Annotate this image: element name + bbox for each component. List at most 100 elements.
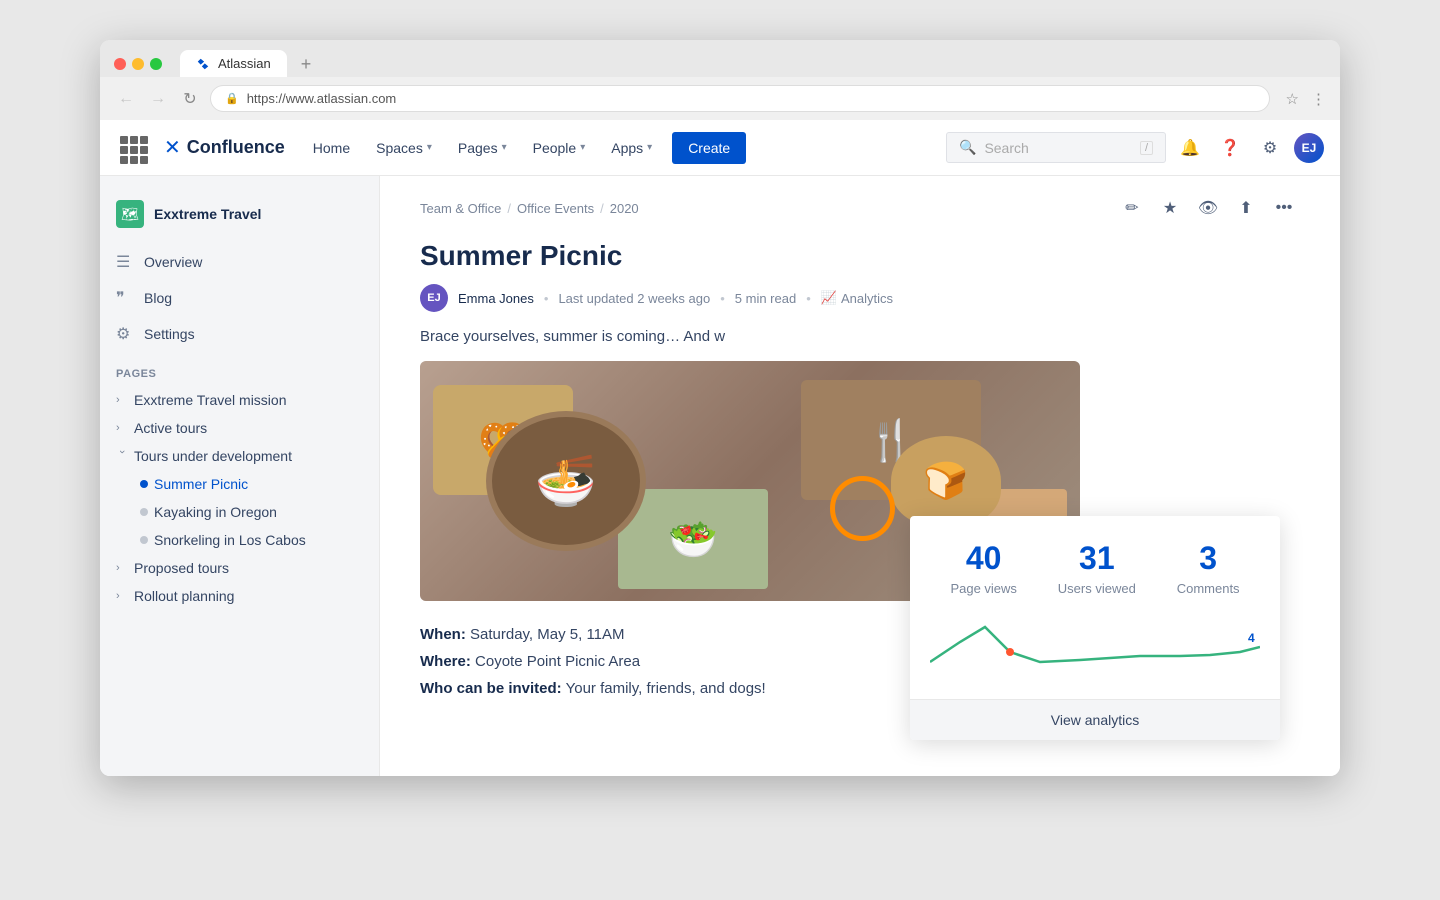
close-dot[interactable]: [114, 58, 126, 70]
topnav-home[interactable]: Home: [301, 134, 362, 162]
tree-item-tours-under[interactable]: › Tours under development: [100, 442, 379, 470]
active-tours-chevron: ›: [116, 422, 128, 434]
search-icon: 🔍: [959, 139, 976, 156]
confluence-logo-text: Confluence: [187, 137, 285, 158]
when-value: Saturday, May 5, 11AM: [470, 626, 625, 643]
stat-page-views: 40 Page views: [950, 540, 1016, 596]
refresh-button[interactable]: ↻: [178, 87, 202, 111]
star-button[interactable]: ★: [1154, 192, 1186, 224]
tree-item-summer-picnic[interactable]: Summer Picnic: [100, 470, 379, 498]
blog-icon: ❞: [116, 288, 134, 308]
page-views-value: 40: [950, 540, 1016, 577]
summer-picnic-bullet: [140, 480, 148, 488]
overview-icon: ☰: [116, 252, 134, 272]
bookmark-button[interactable]: ☆: [1286, 90, 1299, 108]
users-viewed-value: 31: [1058, 540, 1136, 577]
stat-comments: 3 Comments: [1177, 540, 1240, 596]
topnav-menu: Home Spaces ▾ Pages ▾ People ▾ Apps ▾: [301, 134, 664, 162]
sidebar-nav-blog[interactable]: ❞ Blog: [100, 280, 379, 316]
kayaking-label: Kayaking in Oregon: [154, 504, 277, 520]
topnav-spaces[interactable]: Spaces ▾: [364, 134, 444, 162]
when-label: When:: [420, 626, 466, 643]
tours-under-chevron: ›: [116, 450, 128, 462]
snorkeling-bullet: [140, 536, 148, 544]
analytics-popup: 40 Page views 31 Users viewed 3 Comments: [910, 516, 1280, 740]
space-header: 🗺 Exxtreme Travel: [100, 192, 379, 244]
active-tours-label: Active tours: [134, 420, 207, 436]
analytics-chart-svg: 4: [930, 612, 1260, 682]
search-shortcut: /: [1140, 141, 1153, 155]
tree-item-active-tours[interactable]: › Active tours: [100, 414, 379, 442]
minimize-dot[interactable]: [132, 58, 144, 70]
edit-button[interactable]: ✏: [1116, 192, 1148, 224]
page-title: Summer Picnic: [420, 240, 1300, 272]
view-analytics-button[interactable]: View analytics: [910, 699, 1280, 740]
url-bar[interactable]: 🔒 https://www.atlassian.com: [210, 85, 1270, 112]
forward-button[interactable]: →: [146, 87, 170, 111]
mission-label: Exxtreme Travel mission: [134, 392, 286, 408]
confluence-logo[interactable]: ✕ Confluence: [164, 135, 285, 160]
more-button[interactable]: •••: [1268, 192, 1300, 224]
new-tab-button[interactable]: +: [301, 55, 312, 73]
proposed-chevron: ›: [116, 562, 128, 574]
create-button[interactable]: Create: [672, 132, 746, 164]
search-bar[interactable]: 🔍 Search /: [946, 132, 1166, 163]
page-views-label: Page views: [950, 581, 1016, 596]
back-button[interactable]: ←: [114, 87, 138, 111]
rollout-label: Rollout planning: [134, 588, 234, 604]
tree-item-kayaking[interactable]: Kayaking in Oregon: [100, 498, 379, 526]
users-viewed-label: Users viewed: [1058, 581, 1136, 596]
author-avatar: EJ: [420, 284, 448, 312]
share-button[interactable]: ⬆: [1230, 192, 1262, 224]
topnav-people[interactable]: People ▾: [521, 134, 598, 162]
page-updated: Last updated 2 weeks ago: [558, 291, 710, 306]
tree-item-rollout[interactable]: › Rollout planning: [100, 582, 379, 610]
help-button[interactable]: ❓: [1214, 132, 1246, 164]
atlassian-favicon: [196, 57, 210, 71]
watch-button[interactable]: 👁: [1192, 192, 1224, 224]
pages-chevron: ▾: [502, 142, 507, 153]
svg-text:4: 4: [1248, 631, 1255, 645]
pages-tree: › Exxtreme Travel mission › Active tours…: [100, 386, 379, 610]
who-value: Your family, friends, and dogs!: [566, 680, 766, 697]
tree-item-mission[interactable]: › Exxtreme Travel mission: [100, 386, 379, 414]
notifications-button[interactable]: 🔔: [1174, 132, 1206, 164]
breadcrumb-2020[interactable]: 2020: [610, 201, 639, 216]
analytics-chart-icon: 📈: [821, 290, 837, 306]
page-toolbar: ✏ ★ 👁 ⬆ •••: [1116, 192, 1300, 224]
space-name: Exxtreme Travel: [154, 206, 261, 222]
author-name: Emma Jones: [458, 291, 534, 306]
snorkeling-label: Snorkeling in Los Cabos: [154, 532, 306, 548]
people-chevron: ▾: [580, 142, 585, 153]
tours-under-label: Tours under development: [134, 448, 292, 464]
sidebar-nav-settings[interactable]: ⚙ Settings: [100, 316, 379, 352]
sidebar-nav-overview[interactable]: ☰ Overview: [100, 244, 379, 280]
overview-label: Overview: [144, 254, 202, 270]
breadcrumb-office-events[interactable]: Office Events: [517, 201, 594, 216]
browser-tab[interactable]: Atlassian: [180, 50, 287, 77]
top-navigation: ✕ Confluence Home Spaces ▾ Pages ▾ Peopl…: [100, 120, 1340, 176]
tree-item-snorkeling[interactable]: Snorkeling in Los Cabos: [100, 526, 379, 554]
analytics-link[interactable]: 📈 Analytics: [821, 290, 893, 306]
maximize-dot[interactable]: [150, 58, 162, 70]
spaces-chevron: ▾: [427, 142, 432, 153]
lock-icon: 🔒: [225, 92, 239, 105]
page-intro: Brace yourselves, summer is coming… And …: [420, 328, 1300, 345]
more-options-button[interactable]: ⋮: [1311, 90, 1326, 108]
settings-icon: ⚙: [116, 324, 134, 344]
breadcrumb: Team & Office / Office Events / 2020: [420, 201, 639, 216]
rollout-chevron: ›: [116, 590, 128, 602]
settings-label: Settings: [144, 326, 195, 342]
breadcrumb-team-office[interactable]: Team & Office: [420, 201, 501, 216]
user-avatar[interactable]: EJ: [1294, 133, 1324, 163]
blog-label: Blog: [144, 290, 172, 306]
app-switcher-button[interactable]: [116, 132, 148, 164]
topnav-pages[interactable]: Pages ▾: [446, 134, 519, 162]
analytics-link-text: Analytics: [841, 291, 893, 306]
settings-button[interactable]: ⚙: [1254, 132, 1286, 164]
tree-item-proposed[interactable]: › Proposed tours: [100, 554, 379, 582]
pages-section-title: PAGES: [100, 352, 379, 386]
page-meta: EJ Emma Jones • Last updated 2 weeks ago…: [420, 284, 1300, 312]
topnav-apps[interactable]: Apps ▾: [599, 134, 664, 162]
read-time: 5 min read: [735, 291, 796, 306]
